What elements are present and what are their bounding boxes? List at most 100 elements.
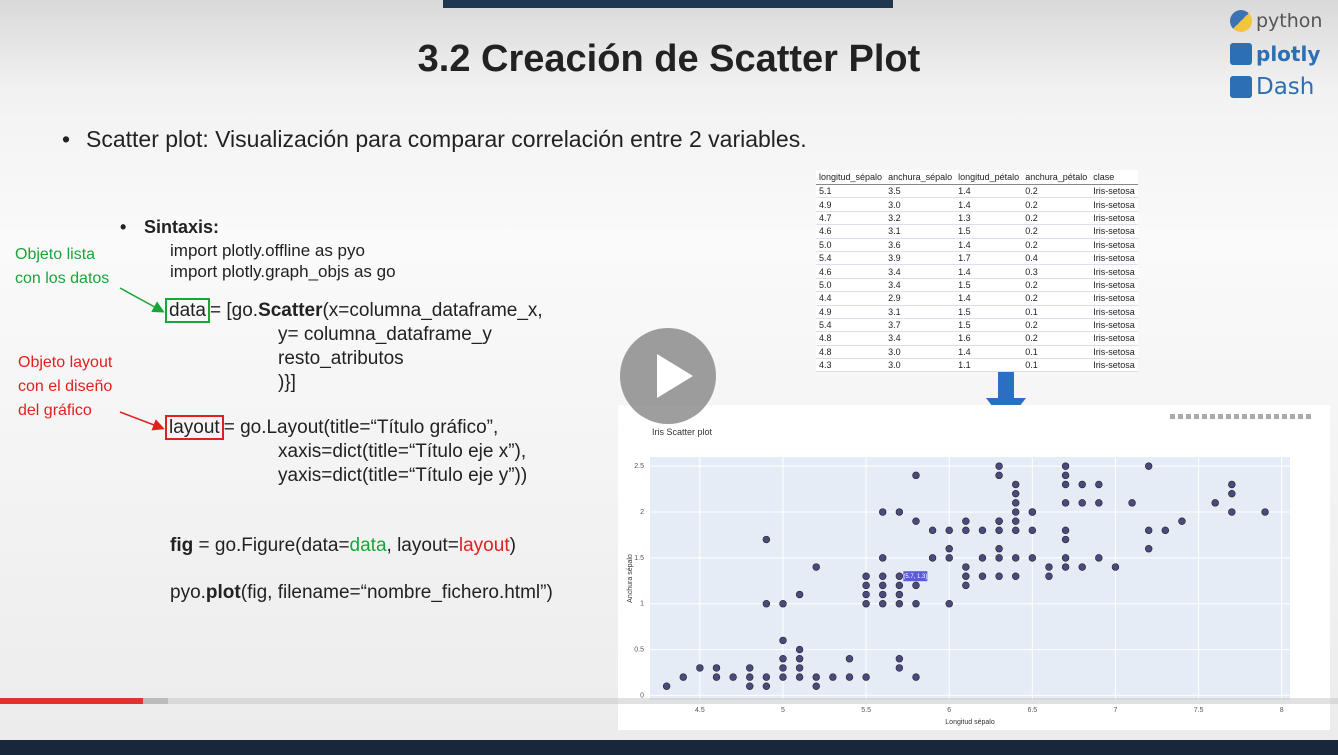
data-point	[895, 572, 904, 580]
data-point	[995, 544, 1003, 553]
table-header-cell: clase	[1090, 170, 1138, 185]
table-row: 4.3 3.0 1.1 0.1 Iris-setosa	[816, 358, 1138, 373]
x-tick-label: 5.5	[861, 707, 871, 714]
data-point	[696, 664, 704, 672]
table-cell: 5.0	[816, 238, 886, 252]
data-point	[679, 673, 687, 681]
plotly-chart[interactable]: 4.5 5 5.5 6 6.5 7 7.5 8 0 0.5 1 1.5 2 2.5 Iris Scatter…	[618, 405, 1330, 730]
data-point	[795, 590, 804, 599]
table-cell: 3.9	[885, 251, 956, 266]
data-point	[812, 682, 820, 690]
table-cell: 3.6	[885, 238, 956, 252]
modebar-icon	[1298, 414, 1303, 419]
x-tick-label: 7.5	[1194, 707, 1204, 714]
data-point	[1178, 517, 1186, 525]
table-cell: 0.1	[1022, 358, 1091, 373]
data-point	[895, 590, 904, 599]
data-point	[779, 600, 787, 608]
data-point	[995, 471, 1003, 480]
data-point	[862, 673, 870, 681]
modebar-icon	[1170, 414, 1175, 419]
data-point	[978, 526, 987, 535]
table-cell: Iris-setosa	[1090, 291, 1138, 306]
table-cell: 4.7	[816, 211, 886, 226]
data-point	[812, 563, 820, 571]
data-point	[1045, 563, 1053, 571]
data-point	[1078, 499, 1086, 507]
table-cell: 0.2	[1022, 278, 1091, 293]
table-cell: 4.4	[816, 291, 886, 306]
table-cell: 0.2	[1022, 224, 1091, 239]
data-point	[962, 517, 970, 525]
table-row: 4.6 3.4 1.4 0.3 Iris-setosa	[816, 264, 1138, 279]
data-point	[1012, 526, 1020, 535]
data-point	[879, 590, 887, 599]
data-point	[895, 581, 904, 590]
chart-title: Iris Scatter plot	[652, 427, 713, 437]
data-point	[895, 508, 904, 516]
table-cell: 1.4	[955, 291, 1023, 306]
data-point	[995, 572, 1003, 580]
data-point	[978, 554, 987, 562]
data-point	[1078, 563, 1086, 571]
data-point	[1061, 471, 1070, 480]
table-cell: 3.7	[885, 318, 956, 333]
data-point	[945, 554, 953, 562]
data-point	[945, 526, 953, 535]
table-cell: 1.1	[955, 358, 1023, 373]
data-point	[1028, 526, 1037, 535]
hover-label: (5.7, 1.3)	[903, 574, 927, 580]
table-cell: 4.6	[816, 224, 886, 239]
data-point	[879, 600, 887, 608]
data-point	[1061, 554, 1070, 562]
data-point	[862, 600, 870, 608]
data-point	[795, 664, 804, 672]
table-cell: 0.4	[1022, 251, 1091, 266]
table-row: 5.4 3.9 1.7 0.4 Iris-setosa	[816, 251, 1138, 266]
plot-area	[650, 457, 1290, 700]
modebar-icon	[1242, 414, 1247, 419]
table-cell: Iris-setosa	[1090, 264, 1138, 279]
data-point	[962, 581, 970, 590]
table-cell: 1.4	[955, 184, 1023, 199]
modebar-icon	[1290, 414, 1295, 419]
data-point	[912, 581, 920, 590]
data-point	[779, 636, 787, 645]
table-cell: Iris-setosa	[1090, 184, 1138, 199]
data-point	[812, 673, 820, 681]
table-cell: 4.9	[816, 305, 886, 319]
data-point	[1028, 508, 1037, 516]
data-point	[995, 526, 1003, 535]
table-cell: Iris-setosa	[1090, 251, 1138, 266]
table-cell: 1.4	[955, 345, 1023, 360]
data-point	[845, 673, 854, 681]
data-point	[1061, 462, 1070, 470]
table-cell: Iris-setosa	[1090, 197, 1138, 212]
table-cell: 1.4	[955, 264, 1023, 279]
slide: 3.2 Creación de Scatter Plot python plot…	[0, 0, 1338, 740]
modebar-icon	[1194, 414, 1199, 419]
data-point	[779, 664, 787, 672]
data-point	[1061, 480, 1070, 489]
data-point	[729, 673, 737, 681]
modebar-icon	[1306, 414, 1311, 419]
data-point	[1145, 462, 1153, 470]
data-point	[845, 655, 854, 663]
data-point	[912, 673, 920, 681]
data-point	[895, 655, 904, 663]
data-point	[1095, 480, 1103, 489]
table-header-cell: longitud_sépalo	[816, 170, 886, 185]
data-point	[962, 572, 970, 580]
table-cell: 3.5	[885, 184, 956, 199]
data-point	[862, 581, 870, 590]
video-progress-bar[interactable]	[0, 698, 1338, 704]
play-button[interactable]	[620, 328, 716, 424]
table-cell: 4.9	[816, 197, 886, 212]
data-point	[879, 508, 887, 516]
data-point	[1095, 554, 1103, 562]
data-point	[1012, 499, 1020, 507]
table-cell: 5.4	[816, 251, 886, 266]
table-cell: 2.9	[885, 291, 956, 306]
data-point	[895, 664, 904, 672]
layout-annotation-arrow	[119, 411, 165, 431]
